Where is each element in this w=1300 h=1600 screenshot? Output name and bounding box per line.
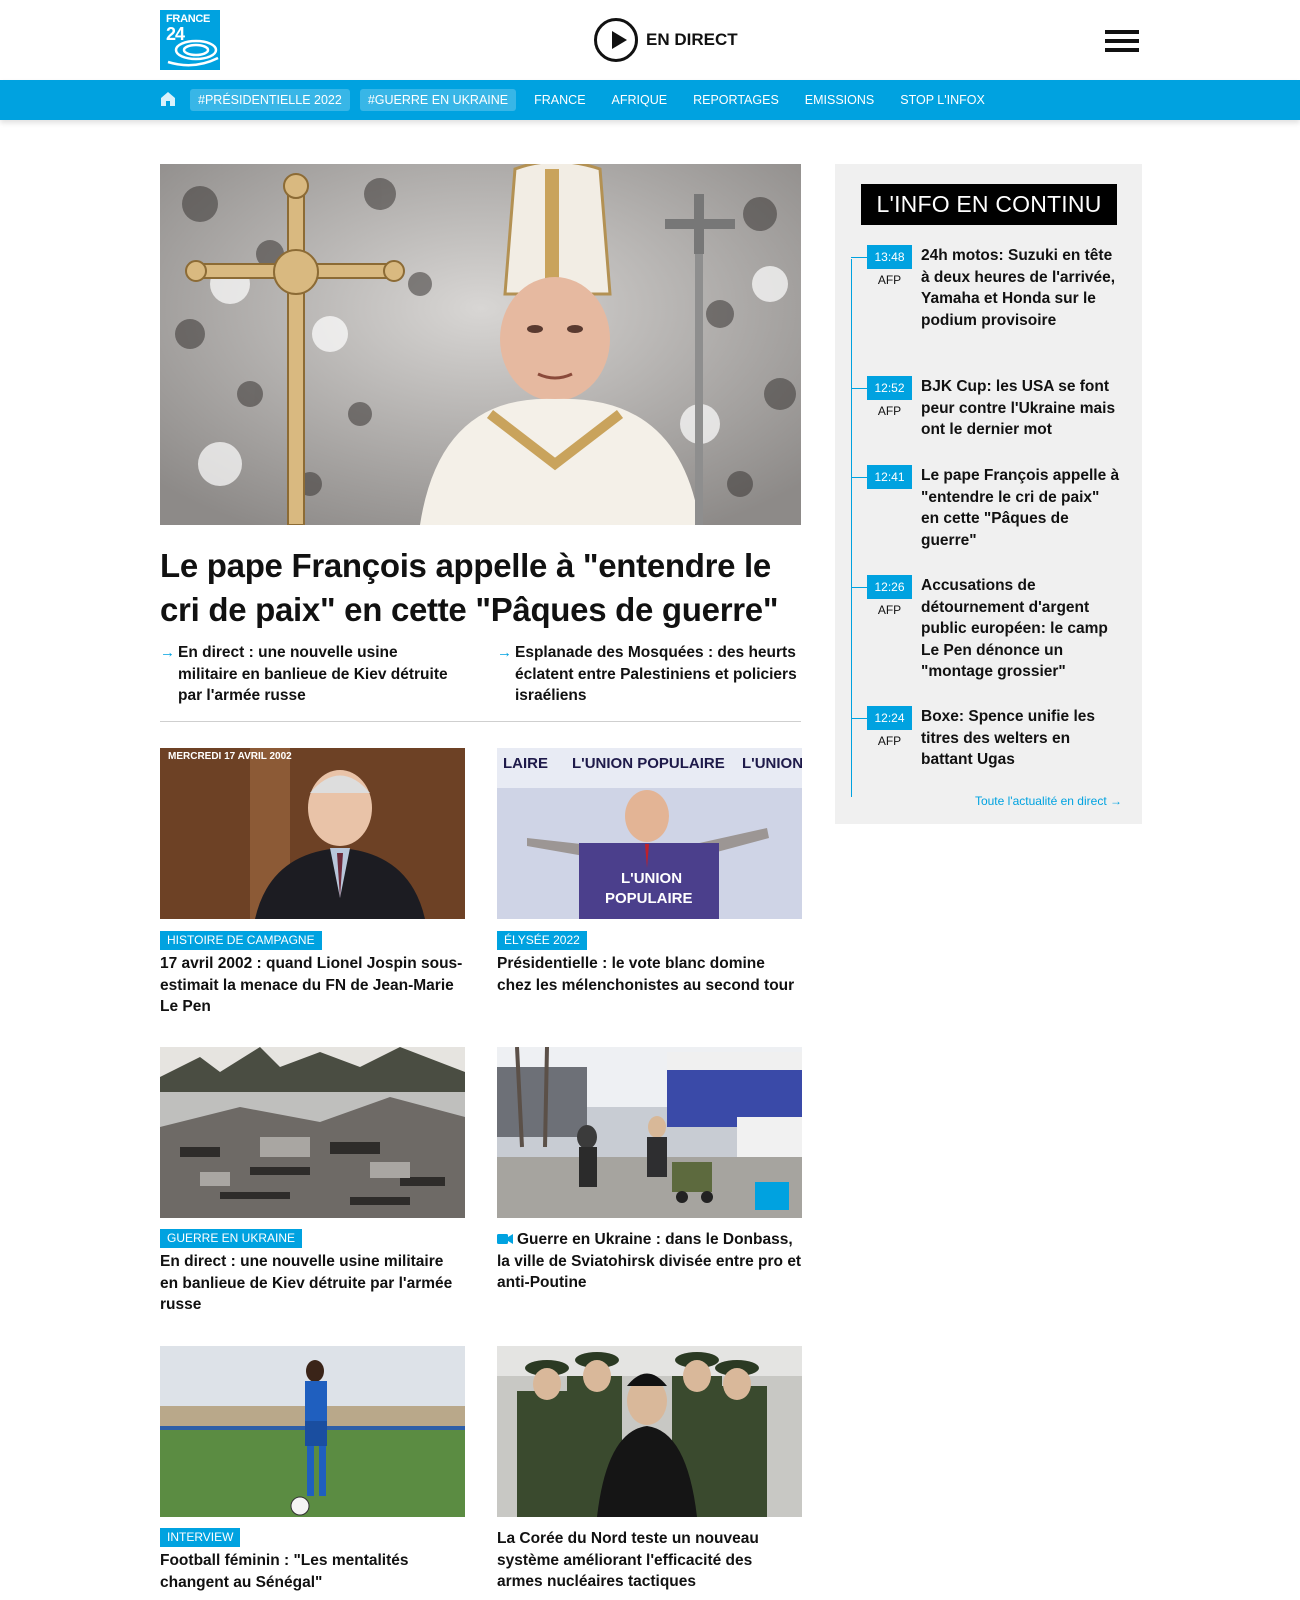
news-source: AFP — [877, 404, 902, 418]
live-news-sidebar: L'INFO EN CONTINU 13:48 AFP 24h motos: S… — [835, 164, 1142, 824]
card-category-tag[interactable]: GUERRE EN UKRAINE — [160, 1229, 303, 1248]
nav-item-emissions[interactable]: EMISSIONS — [805, 93, 874, 107]
card-image-sviatohirsk[interactable] — [497, 1047, 802, 1218]
card-image-factory-ruins[interactable] — [160, 1047, 465, 1218]
home-icon[interactable] — [160, 91, 176, 107]
nav-item-france[interactable]: FRANCE — [534, 93, 585, 107]
hero-headline[interactable]: Le pape François appelle à "entendre le … — [160, 544, 801, 632]
related-link-2[interactable]: → Esplanade des Mosquées : des heurts éc… — [497, 642, 797, 707]
nav-item-stop-infox[interactable]: STOP L'INFOX — [900, 93, 985, 107]
play-icon — [594, 18, 638, 62]
svg-text:L'UNION: L'UNION — [621, 870, 682, 887]
card-title[interactable]: En direct : une nouvelle usine militaire… — [160, 1251, 465, 1316]
news-title: Accusations de détournement d'argent pub… — [921, 577, 1108, 680]
card-image-jospin[interactable]: MERCREDI 17 AVRIL 2002 — [160, 748, 465, 919]
section-divider — [160, 721, 801, 722]
hero-image[interactable] — [160, 164, 801, 525]
card-category-tag[interactable]: ÉLYSÉE 2022 — [497, 931, 587, 950]
image-caption-date: MERCREDI 17 AVRIL 2002 — [168, 751, 292, 762]
svg-text:POPULAIRE: POPULAIRE — [605, 890, 693, 907]
card-image-north-korea[interactable] — [497, 1346, 802, 1517]
news-time: 12:52 — [867, 376, 912, 400]
news-title: 24h motos: Suzuki en tête à deux heures … — [921, 247, 1116, 329]
menu-icon[interactable] — [1105, 30, 1139, 54]
news-time: 12:26 — [867, 575, 912, 599]
nav-item-reportages[interactable]: REPORTAGES — [693, 93, 779, 107]
card-title-text: Guerre en Ukraine : dans le Donbass, la … — [497, 1231, 802, 1291]
svg-text:L'UNION: L'UNION — [742, 755, 802, 772]
card-title[interactable]: Football féminin : "Les mentalités chang… — [160, 1550, 465, 1593]
nav-tag-guerre-ukraine[interactable]: #GUERRE EN UKRAINE — [359, 89, 517, 111]
site-header: FRANCE 24 EN DIRECT — [0, 0, 1300, 80]
svg-text:L'UNION POPULAIRE: L'UNION POPULAIRE — [572, 755, 725, 772]
video-camera-icon — [497, 1230, 513, 1244]
nav-items: #PRÉSIDENTIELLE 2022 #GUERRE EN UKRAINE … — [190, 80, 1011, 120]
arrow-right-icon: → — [497, 644, 512, 661]
card-title-video[interactable]: Guerre en Ukraine : dans le Donbass, la … — [497, 1229, 802, 1294]
news-source: AFP — [877, 734, 902, 748]
main-nav: #PRÉSIDENTIELLE 2022 #GUERRE EN UKRAINE … — [0, 80, 1300, 120]
sidebar-title: L'INFO EN CONTINU — [861, 184, 1117, 225]
related-link-text: En direct : une nouvelle usine militaire… — [178, 644, 448, 704]
live-button[interactable]: EN DIRECT — [594, 18, 738, 62]
card-category-tag[interactable]: INTERVIEW — [160, 1528, 241, 1547]
card-image-football[interactable] — [160, 1346, 465, 1517]
news-source: AFP — [877, 603, 902, 617]
related-link-text: Esplanade des Mosquées : des heurts écla… — [515, 644, 797, 704]
logo-waves-icon — [167, 39, 219, 67]
nav-tag-presidentielle[interactable]: #PRÉSIDENTIELLE 2022 — [190, 89, 350, 111]
arrow-right-icon: → — [160, 644, 175, 661]
news-time: 12:24 — [867, 706, 912, 730]
nav-item-afrique[interactable]: AFRIQUE — [612, 93, 668, 107]
svg-text:LAIRE: LAIRE — [503, 755, 548, 772]
related-link-1[interactable]: → En direct : une nouvelle usine militai… — [160, 642, 460, 707]
live-label: EN DIRECT — [646, 30, 738, 49]
all-live-news-link[interactable]: Toute l'actualité en direct → — [975, 794, 1122, 808]
card-title[interactable]: Présidentielle : le vote blanc domine ch… — [497, 953, 802, 996]
card-title[interactable]: La Corée du Nord teste un nouveau systèm… — [497, 1528, 802, 1593]
card-title[interactable]: 17 avril 2002 : quand Lionel Jospin sous… — [160, 953, 465, 1018]
timeline-line — [851, 259, 852, 797]
news-title: Le pape François appelle à "entendre le … — [921, 467, 1120, 549]
france24-logo[interactable]: FRANCE 24 — [160, 10, 220, 70]
card-image-melenchon[interactable]: LAIRE L'UNION POPULAIRE L'UNION L'UNION … — [497, 748, 802, 919]
card-category-tag[interactable]: HISTOIRE DE CAMPAGNE — [160, 931, 322, 950]
news-time: 13:48 — [867, 245, 912, 269]
news-time: 12:41 — [867, 465, 912, 489]
news-source: AFP — [877, 273, 902, 287]
news-title: BJK Cup: les USA se font peur contre l'U… — [921, 378, 1116, 438]
news-title: Boxe: Spence unifie les titres des welte… — [921, 708, 1095, 768]
